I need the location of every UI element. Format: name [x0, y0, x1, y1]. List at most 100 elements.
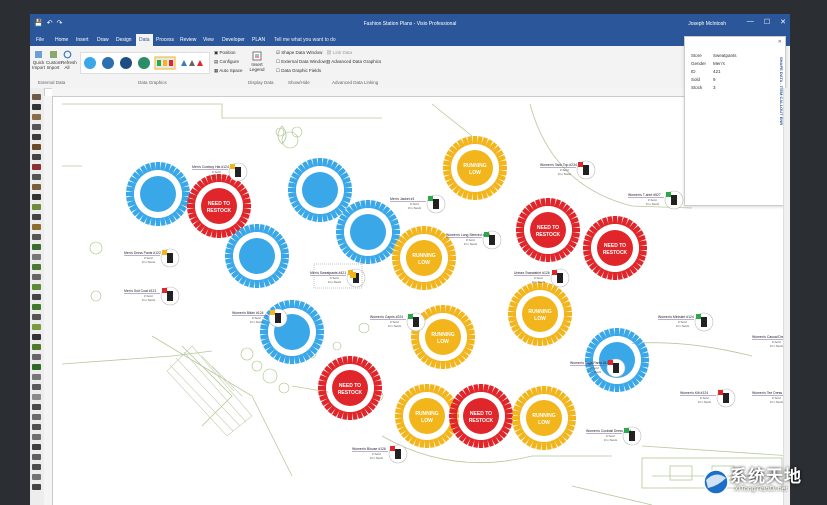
stencil-item[interactable]	[32, 124, 41, 130]
display-ring[interactable]: RUNNINGLOW	[443, 136, 507, 200]
link-data-button[interactable]: ⛓ Link Data	[326, 50, 352, 56]
stencil-item[interactable]	[32, 384, 41, 390]
stencil-item[interactable]	[32, 234, 41, 240]
shape-data-window-toggle[interactable]: ☑ Shape Data Window	[276, 50, 322, 56]
display-ring[interactable]: NEED TORESTOCK	[583, 216, 647, 280]
stencil-item[interactable]	[32, 444, 41, 450]
stencil-item[interactable]	[32, 224, 41, 230]
stencil-item[interactable]	[32, 184, 41, 190]
stencil-item[interactable]	[32, 394, 41, 400]
data-graphic-fields-toggle[interactable]: ☐ Data Graphic Fields	[276, 68, 321, 74]
item-callout[interactable]: Men's Dress Pants #122# Sold# in Stock	[124, 248, 180, 268]
stencil-item[interactable]	[32, 374, 41, 380]
stencil-item[interactable]	[32, 194, 41, 200]
configure-button[interactable]: ▤ Configure	[214, 59, 239, 65]
tab-file[interactable]: File	[36, 37, 44, 43]
tab-design[interactable]: Design	[116, 37, 132, 43]
stencil-item[interactable]	[32, 364, 41, 370]
stencil-item[interactable]	[32, 484, 41, 490]
stencil-item[interactable]	[32, 174, 41, 180]
stencil-item[interactable]	[32, 164, 41, 170]
advanced-data-graphics-button[interactable]: ▥ Advanced Data Graphics	[326, 59, 381, 65]
display-ring[interactable]: NEED TORESTOCK	[516, 198, 580, 262]
display-ring[interactable]: RUNNINGLOW	[508, 282, 572, 346]
tell-me-box[interactable]: Tell me what you want to do	[274, 37, 336, 43]
stencil-item[interactable]	[32, 404, 41, 410]
stencil-item[interactable]	[32, 284, 41, 290]
tab-developer[interactable]: Developer	[222, 37, 245, 43]
shapes-stencil-panel[interactable]	[30, 88, 45, 505]
stencil-item[interactable]	[32, 134, 41, 140]
stencil-item[interactable]	[32, 144, 41, 150]
stencil-item[interactable]	[32, 274, 41, 280]
tab-review[interactable]: Review	[180, 37, 196, 43]
item-callout[interactable]: Men's Jacket #1# Sold# in Stock	[390, 194, 446, 214]
item-callout[interactable]: Women's Bikini #124# Sold# in Stock	[232, 308, 288, 328]
stencil-item[interactable]	[32, 464, 41, 470]
refresh-all-button[interactable]: Refresh All	[61, 50, 77, 70]
stencil-item[interactable]	[32, 114, 41, 120]
item-callout[interactable]: Men's Suit Coat #121# Sold# in Stock	[124, 286, 180, 306]
stencil-item[interactable]	[32, 294, 41, 300]
stencil-item[interactable]	[32, 204, 41, 210]
custom-import-button[interactable]: Custom Import	[46, 50, 62, 70]
stencil-item[interactable]	[32, 454, 41, 460]
item-callout[interactable]: Women's Tank Top #234# Sold# in Stock	[540, 160, 596, 180]
stencil-item[interactable]	[32, 434, 41, 440]
stencil-item[interactable]	[32, 414, 41, 420]
stencil-item[interactable]	[32, 104, 41, 110]
insert-legend-button[interactable]: Insert Legend	[248, 51, 266, 72]
stencil-item[interactable]	[32, 264, 41, 270]
display-ring[interactable]	[336, 200, 400, 264]
hanger-mark	[449, 413, 457, 419]
display-ring[interactable]	[126, 162, 190, 226]
close-button[interactable]: ✕	[780, 18, 786, 26]
floor-plan-canvas[interactable]: NEED TORESTOCKRUNNINGLOWRUNNINGLOWNEED T…	[52, 96, 790, 505]
tab-data[interactable]: Data	[136, 34, 153, 46]
stencil-item[interactable]	[32, 304, 41, 310]
stencil-item[interactable]	[32, 344, 41, 350]
stencil-item[interactable]	[32, 354, 41, 360]
stencil-item[interactable]	[32, 94, 41, 100]
stencil-item[interactable]	[32, 314, 41, 320]
item-callout[interactable]: Women's Miniskirt #124# Sold# in Stock	[658, 312, 714, 332]
stencil-item[interactable]	[32, 254, 41, 260]
quick-import-button[interactable]: Quick Import	[32, 50, 45, 70]
stencil-item[interactable]	[32, 334, 41, 340]
minimize-button[interactable]: —	[747, 18, 754, 26]
callout-stock: # in Stock	[646, 202, 660, 206]
auto-space-button[interactable]: ▦ Auto Space	[214, 68, 243, 74]
watermark-logo: 系统天地 XiTongTianDi.net	[700, 458, 827, 505]
position-button[interactable]: ▣ Position	[214, 50, 236, 56]
item-callout[interactable]: Women's Kilt #124# Sold# in Stock	[680, 388, 736, 408]
item-callout[interactable]: Women's Capris #224# Sold# in Stock	[370, 312, 426, 332]
maximize-button[interactable]: ☐	[764, 18, 770, 26]
stencil-item[interactable]	[32, 214, 41, 220]
user-name[interactable]: Joseph McIntosh	[688, 21, 726, 27]
display-ring[interactable]	[288, 158, 352, 222]
tab-draw[interactable]: Draw	[97, 37, 109, 43]
tab-home[interactable]: Home	[55, 37, 68, 43]
item-callout[interactable]: Women's Long Sleeved #124# Sold# in Stoc…	[446, 230, 502, 250]
tab-insert[interactable]: Insert	[76, 37, 89, 43]
tab-process[interactable]: Process	[156, 37, 174, 43]
item-callout[interactable]: Women's Cocktail Dress #124# Sold# in St…	[586, 426, 642, 446]
item-callout[interactable]: Women's Blouse #126# Sold# in Stock	[352, 444, 408, 464]
item-callout[interactable]: Men's Sweatpants #421# Sold# in Stock	[310, 268, 366, 288]
tab-view[interactable]: View	[203, 37, 214, 43]
tab-plan[interactable]: PLAN	[252, 37, 265, 43]
vertical-scrollbar[interactable]	[783, 88, 790, 505]
stencil-item[interactable]	[32, 324, 41, 330]
display-ring[interactable]: NEED TORESTOCK	[318, 356, 382, 420]
close-icon[interactable]: ✕	[778, 39, 782, 45]
data-graphics-gallery[interactable]	[80, 52, 210, 74]
stencil-item[interactable]	[32, 154, 41, 160]
stencil-item[interactable]	[32, 244, 41, 250]
stencil-item[interactable]	[32, 424, 41, 430]
shape-data-window[interactable]: ✕ SHAPE DATA - ITEM CALLOUT ENR Store Swe…	[684, 36, 786, 206]
window-title: Fashion Station Plans - Visio Profession…	[363, 21, 457, 27]
external-data-window-toggle[interactable]: ☐ External Data Window	[276, 59, 326, 65]
display-ring[interactable]	[260, 300, 324, 364]
stencil-item[interactable]	[32, 474, 41, 480]
display-ring[interactable]: RUNNINGLOW	[512, 386, 576, 450]
